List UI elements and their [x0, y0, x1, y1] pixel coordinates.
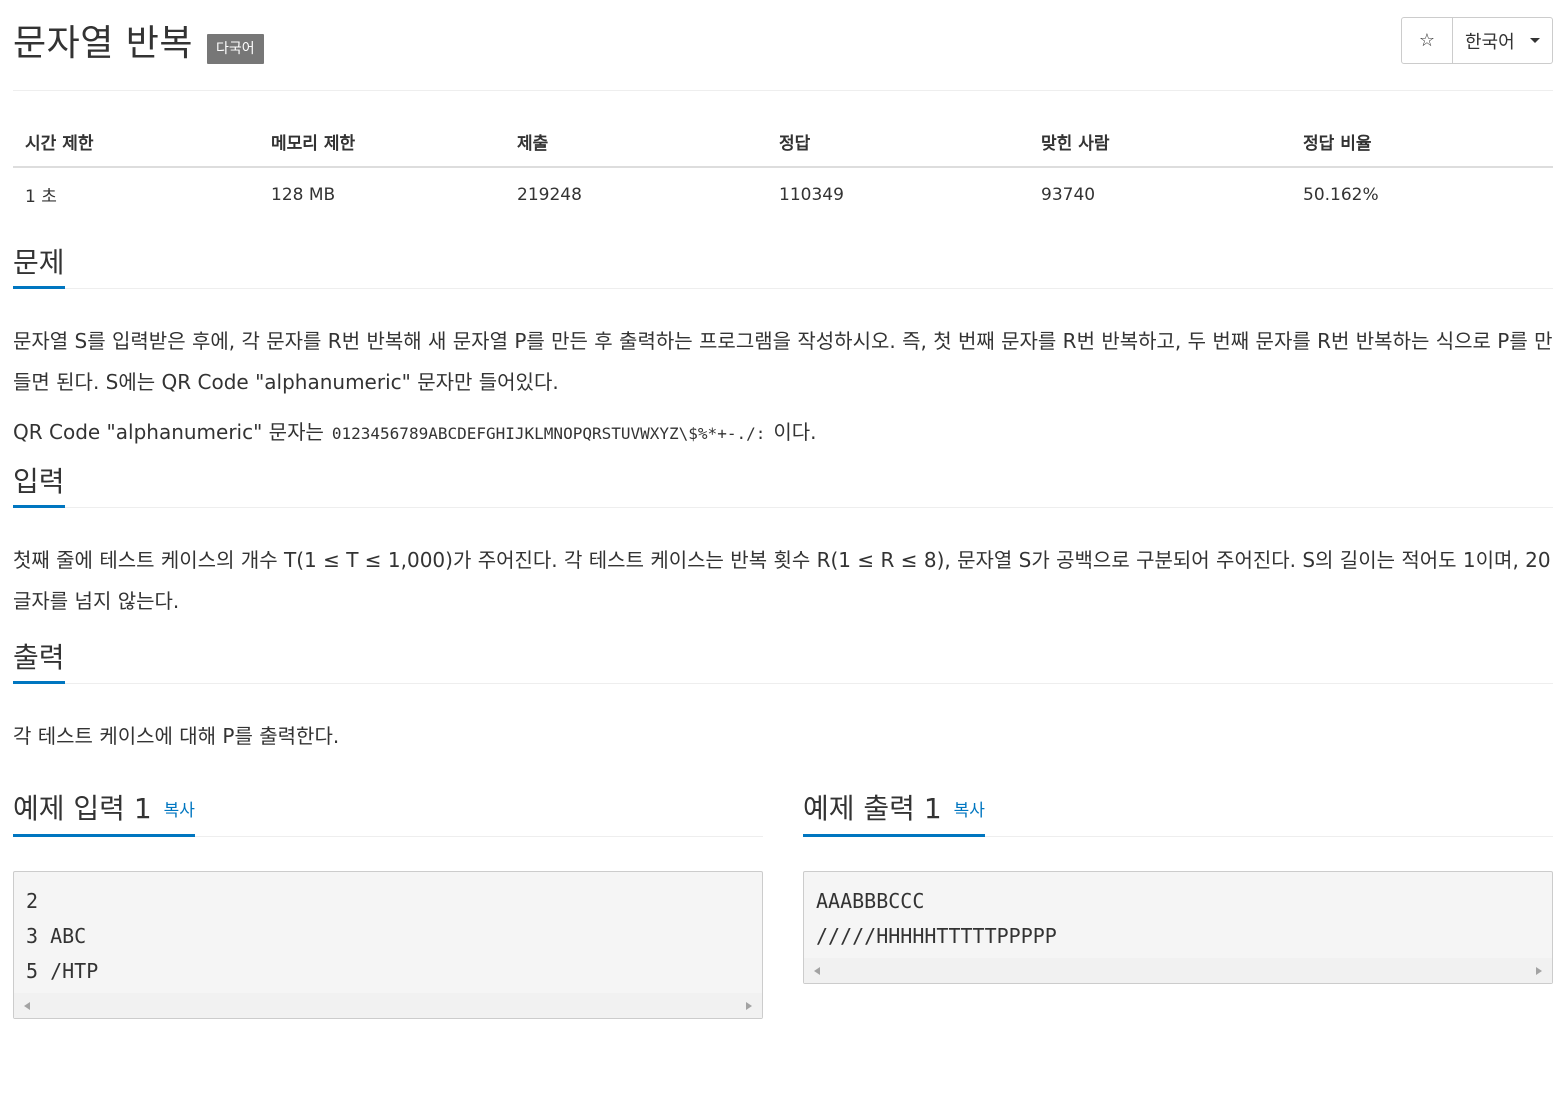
sample-input-line: 3 ABC: [26, 924, 87, 948]
sample-output-heading: 예제 출력 1: [803, 792, 942, 825]
sample-output-panel: 예제 출력 1 복사 AAABBBCCC /////HHHHHTTTTTPPPPP: [803, 771, 1553, 1019]
header-submissions: 제출: [505, 113, 767, 168]
caret-down-icon: [1530, 38, 1540, 43]
sample-output-box[interactable]: AAABBBCCC /////HHHHHTTTTTPPPPP: [803, 871, 1553, 984]
scroll-left-icon[interactable]: [24, 1002, 30, 1010]
input-section-header: 입력: [13, 460, 1553, 508]
value-accepted: 110349: [779, 184, 844, 205]
value-accept-rate: 50.162%: [1303, 184, 1379, 205]
header-accepted: 정답: [767, 113, 1029, 168]
input-heading: 입력: [13, 460, 65, 508]
problem-page: 문자열 반복 다국어 ☆ 한국어 시간 제한 메모리 제한 제출 정답 맞힌 사…: [0, 0, 1568, 1096]
header-solvers: 맞힌 사람: [1029, 113, 1291, 168]
sample-output-line: AAABBBCCC: [816, 889, 925, 913]
value-time-limit: 1 초: [25, 187, 57, 207]
page-title: 문자열 반복: [13, 23, 194, 64]
multilingual-badge: 다국어: [207, 34, 264, 64]
samples-area: 예제 입력 1 복사 2 3 ABC 5 /HTP 예제 출력 1 복사 AAA…: [13, 771, 1553, 1019]
charset-code: 0123456789ABCDEFGHIJKLMNOPQRSTUVWXYZ\$%*…: [331, 424, 766, 443]
sample-input-scrollbar[interactable]: [14, 993, 762, 1018]
problem-description: 문자열 S를 입력받은 후에, 각 문자를 R번 반복해 새 문자열 P를 만든…: [13, 329, 1553, 394]
header-button-group: ☆ 한국어: [1401, 17, 1553, 64]
header-time-limit: 시간 제한: [13, 113, 259, 168]
copy-sample-output-link[interactable]: 복사: [954, 801, 985, 821]
value-submissions: 219248: [517, 184, 582, 205]
sample-input-header: 예제 입력 1 복사: [13, 771, 763, 837]
value-memory-limit: 128 MB: [271, 184, 336, 205]
sample-input-heading: 예제 입력 1: [13, 792, 152, 825]
sample-input-line: 2: [26, 889, 39, 913]
charset-suffix: 이다.: [773, 420, 817, 444]
page-header: 문자열 반복 다국어 ☆ 한국어: [13, 0, 1553, 91]
output-section: 출력 각 테스트 케이스에 대해 P를 출력한다.: [13, 636, 1553, 757]
scroll-right-icon[interactable]: [746, 1002, 752, 1010]
scroll-right-icon[interactable]: [1536, 967, 1542, 975]
sample-input-panel: 예제 입력 1 복사 2 3 ABC 5 /HTP: [13, 771, 763, 1019]
problem-heading: 문제: [13, 241, 65, 289]
problem-section-header: 문제: [13, 241, 1553, 289]
language-dropdown[interactable]: 한국어: [1453, 17, 1553, 64]
output-heading: 출력: [13, 636, 65, 684]
input-description: 첫째 줄에 테스트 케이스의 개수 T(1 ≤ T ≤ 1,000)가 주어진다…: [13, 548, 1551, 613]
favorite-button[interactable]: ☆: [1401, 17, 1453, 64]
star-icon: ☆: [1418, 30, 1436, 51]
sample-input-line: 5 /HTP: [26, 959, 99, 983]
language-label: 한국어: [1465, 31, 1515, 53]
info-value-row: 1 초 128 MB 219248 110349 93740 50.162%: [13, 167, 1553, 221]
output-section-header: 출력: [13, 636, 1553, 684]
header-accept-rate: 정답 비율: [1291, 113, 1553, 168]
problem-charset-line: QR Code "alphanumeric" 문자는 0123456789ABCD…: [13, 403, 1553, 454]
sample-output-heading-wrap: 예제 출력 1 복사: [803, 771, 985, 837]
header-memory-limit: 메모리 제한: [259, 113, 505, 168]
copy-sample-input-link[interactable]: 복사: [164, 801, 195, 821]
sample-output-line: /////HHHHHTTTTTPPPPP: [816, 924, 1057, 948]
sample-output-scrollbar[interactable]: [804, 958, 1552, 983]
charset-prefix: QR Code "alphanumeric" 문자는: [13, 420, 324, 444]
sample-input-heading-wrap: 예제 입력 1 복사: [13, 771, 195, 837]
sample-input-box[interactable]: 2 3 ABC 5 /HTP: [13, 871, 763, 1019]
problem-section: 문제 문자열 S를 입력받은 후에, 각 문자를 R번 반복해 새 문자열 P를…: [13, 241, 1553, 454]
input-section: 입력 첫째 줄에 테스트 케이스의 개수 T(1 ≤ T ≤ 1,000)가 주…: [13, 460, 1553, 622]
value-solvers: 93740: [1041, 184, 1096, 205]
scroll-left-icon[interactable]: [814, 967, 820, 975]
sample-output-header: 예제 출력 1 복사: [803, 771, 1553, 837]
info-header-row: 시간 제한 메모리 제한 제출 정답 맞힌 사람 정답 비율: [13, 113, 1553, 168]
problem-info-table: 시간 제한 메모리 제한 제출 정답 맞힌 사람 정답 비율 1 초 128 M…: [13, 113, 1553, 221]
output-description: 각 테스트 케이스에 대해 P를 출력한다.: [13, 724, 340, 748]
